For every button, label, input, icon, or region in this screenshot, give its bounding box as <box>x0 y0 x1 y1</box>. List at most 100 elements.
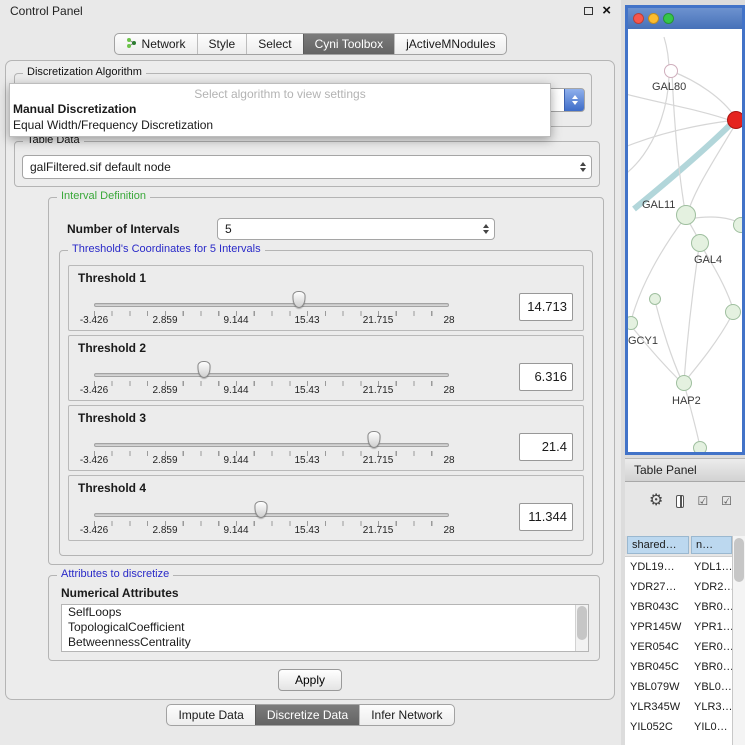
gear-icon[interactable]: ⚙ <box>649 493 663 509</box>
table-row[interactable]: YBR043CYBR0… <box>625 597 732 617</box>
scale-label: -3.426 <box>80 385 108 396</box>
tab-infer-network[interactable]: Infer Network <box>359 705 453 725</box>
table-cell: YER054C <box>625 637 689 657</box>
table-row[interactable]: YER054CYER0… <box>625 637 732 657</box>
threshold-1-value[interactable]: 14.713 <box>519 293 573 321</box>
table-data-combobox[interactable]: galFiltered.sif default node <box>22 155 592 179</box>
network-edge[interactable] <box>684 247 699 381</box>
scale-label: 9.144 <box>223 385 248 396</box>
slider-track[interactable] <box>94 443 449 447</box>
list-scrollbar[interactable] <box>575 605 588 651</box>
scale-label: 15.43 <box>294 315 319 326</box>
network-edge[interactable] <box>686 315 732 380</box>
attribute-list-item[interactable]: TopologicalCoefficient <box>62 620 588 635</box>
num-intervals-combobox[interactable]: 5 <box>217 218 495 240</box>
scale-label: -3.426 <box>80 455 108 466</box>
table-row[interactable]: YDL19…YDL1… <box>625 557 732 577</box>
table-row[interactable]: YDR27…YDR2… <box>625 577 732 597</box>
scrollbar-thumb[interactable] <box>577 606 587 640</box>
network-node[interactable] <box>725 304 741 320</box>
network-edge[interactable] <box>688 125 735 212</box>
tab-select[interactable]: Select <box>246 34 302 54</box>
scale-label: 2.859 <box>152 385 177 396</box>
table-row[interactable]: YBL079WYBL0… <box>625 677 732 697</box>
table-scrollbar[interactable] <box>732 536 745 745</box>
attribute-list-item[interactable]: SelfLoops <box>62 605 588 620</box>
select-all-icon[interactable]: ☑ <box>721 495 732 507</box>
table-cell: YIL052C <box>625 717 689 737</box>
tab-network[interactable]: Network <box>115 34 197 54</box>
zoom-traffic-light-icon[interactable] <box>663 13 674 24</box>
column-header-name[interactable]: n… <box>691 536 732 554</box>
network-node[interactable] <box>733 217 742 233</box>
network-node[interactable] <box>676 375 692 391</box>
network-node[interactable] <box>664 64 678 78</box>
threshold-2-panel: Threshold 2 -3.4262.8599.14415.4321.7152… <box>68 335 584 401</box>
control-panel-titlebar: Control Panel × <box>0 0 621 22</box>
table-panel-header[interactable]: Table Panel <box>625 458 745 482</box>
node-label: GAL11 <box>642 199 675 211</box>
network-edge[interactable] <box>672 73 685 211</box>
table-row[interactable]: YBR045CYBR0… <box>625 657 732 677</box>
table-cell: YLR345W <box>625 697 689 717</box>
dropdown-option-manual[interactable]: Manual Discretization <box>10 101 550 117</box>
network-node[interactable] <box>693 441 707 452</box>
network-edge[interactable] <box>628 37 669 179</box>
scale-label: 2.859 <box>152 525 177 536</box>
scale-label: 2.859 <box>152 455 177 466</box>
group-title: Threshold's Coordinates for 5 Intervals <box>68 243 265 255</box>
algorithm-dropdown-popup: Select algorithm to view settings Manual… <box>9 83 551 137</box>
tab-style[interactable]: Style <box>197 34 247 54</box>
node-label: GAL80 <box>652 81 686 93</box>
network-edge[interactable] <box>671 71 735 117</box>
dropdown-option-equal-width[interactable]: Equal Width/Frequency Discretization <box>10 117 550 133</box>
table-row[interactable]: YPR145WYPR1… <box>625 617 732 637</box>
table-cell: YIL0… <box>689 717 732 737</box>
table-toolbar: ⚙ ☑ ☑ <box>625 486 732 516</box>
threshold-4-value[interactable]: 11.344 <box>519 503 573 531</box>
table-data-group: Table Data galFiltered.sif default node <box>14 141 600 187</box>
slider-track[interactable] <box>94 513 449 517</box>
network-edge[interactable] <box>634 121 734 209</box>
network-edge[interactable] <box>655 301 681 379</box>
scale-label: 21.715 <box>363 455 394 466</box>
network-node[interactable] <box>691 234 709 252</box>
tab-impute-data[interactable]: Impute Data <box>167 705 254 725</box>
close-icon[interactable]: × <box>602 5 611 17</box>
group-title: Attributes to discretize <box>57 568 173 580</box>
network-node[interactable] <box>676 205 696 225</box>
close-traffic-light-icon[interactable] <box>633 13 644 24</box>
table-row[interactable]: YIL052CYIL0… <box>625 717 732 737</box>
threshold-3-value[interactable]: 21.4 <box>519 433 573 461</box>
slider-track[interactable] <box>94 303 449 307</box>
numerical-attributes-list[interactable]: SelfLoopsTopologicalCoefficientBetweenne… <box>61 604 589 652</box>
scrollbar-thumb[interactable] <box>734 538 744 582</box>
table-cell: YPR1… <box>689 617 732 637</box>
table-cell: YLR3… <box>689 697 732 717</box>
network-canvas[interactable]: GAL80GAL11GAL4GCY1HAP2 <box>628 29 742 452</box>
network-node[interactable] <box>649 293 661 305</box>
tab-jactivemnodules[interactable]: jActiveMNodules <box>394 34 506 54</box>
apply-button[interactable]: Apply <box>278 669 342 691</box>
network-window-titlebar <box>628 8 742 29</box>
table-row[interactable]: YLR345WYLR3… <box>625 697 732 717</box>
slider-track[interactable] <box>94 373 449 377</box>
network-view-window[interactable]: GAL80GAL11GAL4GCY1HAP2 <box>625 5 745 455</box>
dropdown-placeholder: Select algorithm to view settings <box>10 84 550 101</box>
top-tabbar: Network Style Select Cyni Toolbox jActiv… <box>114 33 508 55</box>
threshold-2-value[interactable]: 6.316 <box>519 363 573 391</box>
select-columns-icon[interactable]: ☑ <box>697 495 708 507</box>
tab-cyni-toolbox[interactable]: Cyni Toolbox <box>303 34 394 54</box>
float-window-icon[interactable] <box>584 7 593 15</box>
attribute-list-item[interactable]: BetweennessCentrality <box>62 635 588 650</box>
combobox-stepper-icon[interactable] <box>564 88 585 112</box>
column-header-shared-name[interactable]: shared… <box>627 536 689 554</box>
network-edge[interactable] <box>631 219 684 321</box>
network-node[interactable] <box>727 111 742 129</box>
columns-icon[interactable] <box>676 495 684 508</box>
slider-scale: -3.4262.8599.14415.4321.71528 <box>94 525 449 537</box>
tab-discretize-data[interactable]: Discretize Data <box>255 705 359 725</box>
combobox-stepper-icon <box>483 224 489 234</box>
table-cell: YDL19… <box>625 557 689 577</box>
minimize-traffic-light-icon[interactable] <box>648 13 659 24</box>
